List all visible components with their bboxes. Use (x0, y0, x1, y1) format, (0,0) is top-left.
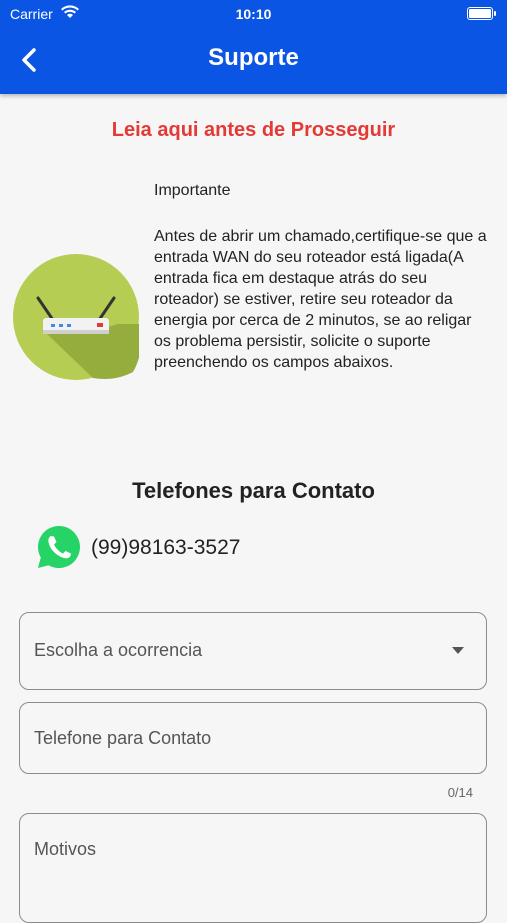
reasons-field[interactable]: Motivos (19, 813, 487, 923)
phone-field[interactable]: Telefone para Contato (19, 702, 487, 774)
occurrence-dropdown[interactable]: Escolha a ocorrencia (19, 612, 487, 690)
contact-phone[interactable]: (99)98163-3527 (91, 536, 240, 560)
whatsapp-icon[interactable] (36, 524, 82, 570)
battery-icon (467, 7, 496, 20)
status-bar: Carrier 10:10 (0, 0, 507, 28)
app-bar: Carrier 10:10 Suporte (0, 0, 507, 94)
reasons-field-label: Motivos (34, 839, 97, 859)
occurrence-placeholder: Escolha a ocorrencia (34, 640, 203, 660)
notice-headline: Leia aqui antes de Prosseguir (111, 119, 396, 141)
important-title: Importante (154, 182, 231, 199)
page-title: Suporte (208, 44, 299, 71)
router-icon (13, 254, 139, 380)
contacts-title: Telefones para Contato (132, 478, 375, 503)
important-text: Antes de abrir um chamado,certifique-se … (154, 228, 487, 371)
phone-char-counter: 0/14 (447, 785, 473, 800)
status-time: 10:10 (235, 6, 272, 22)
phone-field-label: Telefone para Contato (34, 728, 212, 748)
caret-down-icon (452, 647, 464, 654)
